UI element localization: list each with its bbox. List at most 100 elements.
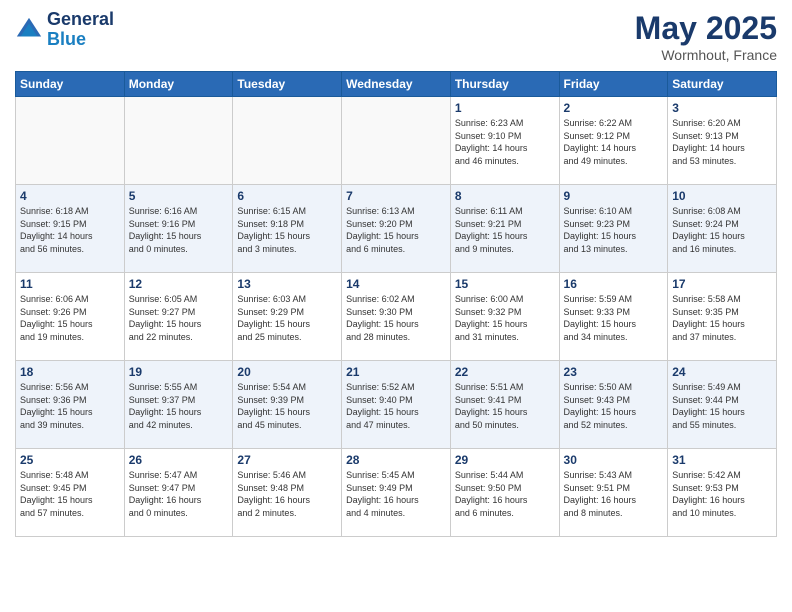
calendar-cell: 3 Sunrise: 6:20 AM Sunset: 9:13 PM Daylig… — [668, 97, 777, 185]
calendar-cell: 18Sunrise: 5:56 AM Sunset: 9:36 PM Dayli… — [16, 361, 125, 449]
day-info: Sunrise: 5:52 AM Sunset: 9:40 PM Dayligh… — [346, 381, 446, 431]
day-number: 19 — [129, 365, 229, 379]
day-number: 10 — [672, 189, 772, 203]
day-number: 15 — [455, 277, 555, 291]
weekday-tuesday: Tuesday — [233, 72, 342, 97]
calendar-cell: 6 Sunrise: 6:15 AM Sunset: 9:18 PM Daylig… — [233, 185, 342, 273]
weekday-thursday: Thursday — [450, 72, 559, 97]
day-number: 30 — [564, 453, 664, 467]
calendar-cell: 23 Sunrise: 5:50 AM Sunset: 9:43 PM Dayli… — [559, 361, 668, 449]
weekday-wednesday: Wednesday — [342, 72, 451, 97]
calendar-cell: 26Sunrise: 5:47 AM Sunset: 9:47 PM Dayli… — [124, 449, 233, 537]
day-number: 16 — [564, 277, 664, 291]
calendar-cell: 22 Sunrise: 5:51 AM Sunset: 9:41 PM Dayli… — [450, 361, 559, 449]
weekday-monday: Monday — [124, 72, 233, 97]
day-info: Sunrise: 6:02 AM Sunset: 9:30 PM Dayligh… — [346, 293, 446, 343]
calendar-cell: 31 Sunrise: 5:42 AM Sunset: 9:53 PM Dayli… — [668, 449, 777, 537]
day-number: 24 — [672, 365, 772, 379]
location: Wormhout, France — [635, 47, 777, 63]
calendar-cell: 11 Sunrise: 6:06 AM Sunset: 9:26 PM Dayli… — [16, 273, 125, 361]
day-info: Sunrise: 5:45 AM Sunset: 9:49 PM Dayligh… — [346, 469, 446, 519]
day-number: 3 — [672, 101, 772, 115]
calendar-cell: 20 Sunrise: 5:54 AM Sunset: 9:39 PM Dayli… — [233, 361, 342, 449]
logo: General Blue — [15, 10, 114, 50]
day-number: 21 — [346, 365, 446, 379]
weekday-friday: Friday — [559, 72, 668, 97]
day-info: Sunrise: 6:11 AM Sunset: 9:21 PM Dayligh… — [455, 205, 555, 255]
calendar-cell: 1 Sunrise: 6:23 AM Sunset: 9:10 PM Daylig… — [450, 97, 559, 185]
day-number: 9 — [564, 189, 664, 203]
day-info: Sunrise: 5:54 AM Sunset: 9:39 PM Dayligh… — [237, 381, 337, 431]
day-number: 1 — [455, 101, 555, 115]
day-info: Sunrise: 5:49 AM Sunset: 9:44 PM Dayligh… — [672, 381, 772, 431]
weekday-header-row: SundayMondayTuesdayWednesdayThursdayFrid… — [16, 72, 777, 97]
calendar-cell — [16, 97, 125, 185]
day-info: Sunrise: 5:58 AM Sunset: 9:35 PM Dayligh… — [672, 293, 772, 343]
day-number: 6 — [237, 189, 337, 203]
calendar-week-4: 18Sunrise: 5:56 AM Sunset: 9:36 PM Dayli… — [16, 361, 777, 449]
day-info: Sunrise: 5:42 AM Sunset: 9:53 PM Dayligh… — [672, 469, 772, 519]
day-number: 22 — [455, 365, 555, 379]
day-info: Sunrise: 5:43 AM Sunset: 9:51 PM Dayligh… — [564, 469, 664, 519]
calendar-week-5: 25 Sunrise: 5:48 AM Sunset: 9:45 PM Dayli… — [16, 449, 777, 537]
day-number: 14 — [346, 277, 446, 291]
month-year: May 2025 — [635, 10, 777, 47]
calendar-cell: 5Sunrise: 6:16 AM Sunset: 9:16 PM Daylig… — [124, 185, 233, 273]
day-number: 17 — [672, 277, 772, 291]
day-number: 26 — [129, 453, 229, 467]
day-info: Sunrise: 5:50 AM Sunset: 9:43 PM Dayligh… — [564, 381, 664, 431]
logo-blue: Blue — [47, 30, 114, 50]
day-info: Sunrise: 6:22 AM Sunset: 9:12 PM Dayligh… — [564, 117, 664, 167]
calendar-cell: 30 Sunrise: 5:43 AM Sunset: 9:51 PM Dayli… — [559, 449, 668, 537]
day-info: Sunrise: 6:20 AM Sunset: 9:13 PM Dayligh… — [672, 117, 772, 167]
calendar-cell: 21 Sunrise: 5:52 AM Sunset: 9:40 PM Dayli… — [342, 361, 451, 449]
day-info: Sunrise: 6:16 AM Sunset: 9:16 PM Dayligh… — [129, 205, 229, 255]
calendar-week-1: 1 Sunrise: 6:23 AM Sunset: 9:10 PM Daylig… — [16, 97, 777, 185]
day-info: Sunrise: 6:10 AM Sunset: 9:23 PM Dayligh… — [564, 205, 664, 255]
day-info: Sunrise: 6:00 AM Sunset: 9:32 PM Dayligh… — [455, 293, 555, 343]
day-info: Sunrise: 5:44 AM Sunset: 9:50 PM Dayligh… — [455, 469, 555, 519]
day-info: Sunrise: 6:08 AM Sunset: 9:24 PM Dayligh… — [672, 205, 772, 255]
day-info: Sunrise: 5:48 AM Sunset: 9:45 PM Dayligh… — [20, 469, 120, 519]
day-number: 11 — [20, 277, 120, 291]
calendar-cell: 9 Sunrise: 6:10 AM Sunset: 9:23 PM Daylig… — [559, 185, 668, 273]
day-info: Sunrise: 5:51 AM Sunset: 9:41 PM Dayligh… — [455, 381, 555, 431]
day-info: Sunrise: 6:23 AM Sunset: 9:10 PM Dayligh… — [455, 117, 555, 167]
day-info: Sunrise: 6:05 AM Sunset: 9:27 PM Dayligh… — [129, 293, 229, 343]
day-info: Sunrise: 6:06 AM Sunset: 9:26 PM Dayligh… — [20, 293, 120, 343]
calendar-cell: 28Sunrise: 5:45 AM Sunset: 9:49 PM Dayli… — [342, 449, 451, 537]
day-number: 23 — [564, 365, 664, 379]
calendar-cell: 2Sunrise: 6:22 AM Sunset: 9:12 PM Daylig… — [559, 97, 668, 185]
calendar-cell: 19Sunrise: 5:55 AM Sunset: 9:37 PM Dayli… — [124, 361, 233, 449]
day-number: 25 — [20, 453, 120, 467]
day-number: 27 — [237, 453, 337, 467]
day-number: 31 — [672, 453, 772, 467]
calendar-cell — [124, 97, 233, 185]
weekday-sunday: Sunday — [16, 72, 125, 97]
calendar-table: SundayMondayTuesdayWednesdayThursdayFrid… — [15, 71, 777, 537]
calendar-week-2: 4Sunrise: 6:18 AM Sunset: 9:15 PM Daylig… — [16, 185, 777, 273]
calendar-cell — [342, 97, 451, 185]
calendar-cell: 24 Sunrise: 5:49 AM Sunset: 9:44 PM Dayli… — [668, 361, 777, 449]
calendar-cell — [233, 97, 342, 185]
calendar-cell: 7Sunrise: 6:13 AM Sunset: 9:20 PM Daylig… — [342, 185, 451, 273]
day-number: 29 — [455, 453, 555, 467]
day-number: 12 — [129, 277, 229, 291]
title-block: May 2025 Wormhout, France — [635, 10, 777, 63]
logo-general: General — [47, 10, 114, 30]
calendar-cell: 8Sunrise: 6:11 AM Sunset: 9:21 PM Daylig… — [450, 185, 559, 273]
day-info: Sunrise: 5:46 AM Sunset: 9:48 PM Dayligh… — [237, 469, 337, 519]
day-number: 13 — [237, 277, 337, 291]
calendar-cell: 25 Sunrise: 5:48 AM Sunset: 9:45 PM Dayli… — [16, 449, 125, 537]
day-info: Sunrise: 6:03 AM Sunset: 9:29 PM Dayligh… — [237, 293, 337, 343]
day-number: 7 — [346, 189, 446, 203]
calendar-cell: 17 Sunrise: 5:58 AM Sunset: 9:35 PM Dayli… — [668, 273, 777, 361]
calendar-cell: 4Sunrise: 6:18 AM Sunset: 9:15 PM Daylig… — [16, 185, 125, 273]
calendar-cell: 27 Sunrise: 5:46 AM Sunset: 9:48 PM Dayli… — [233, 449, 342, 537]
calendar-body: 1 Sunrise: 6:23 AM Sunset: 9:10 PM Daylig… — [16, 97, 777, 537]
calendar-cell: 13 Sunrise: 6:03 AM Sunset: 9:29 PM Dayli… — [233, 273, 342, 361]
calendar-cell: 14 Sunrise: 6:02 AM Sunset: 9:30 PM Dayli… — [342, 273, 451, 361]
day-info: Sunrise: 6:15 AM Sunset: 9:18 PM Dayligh… — [237, 205, 337, 255]
day-number: 20 — [237, 365, 337, 379]
day-info: Sunrise: 6:18 AM Sunset: 9:15 PM Dayligh… — [20, 205, 120, 255]
